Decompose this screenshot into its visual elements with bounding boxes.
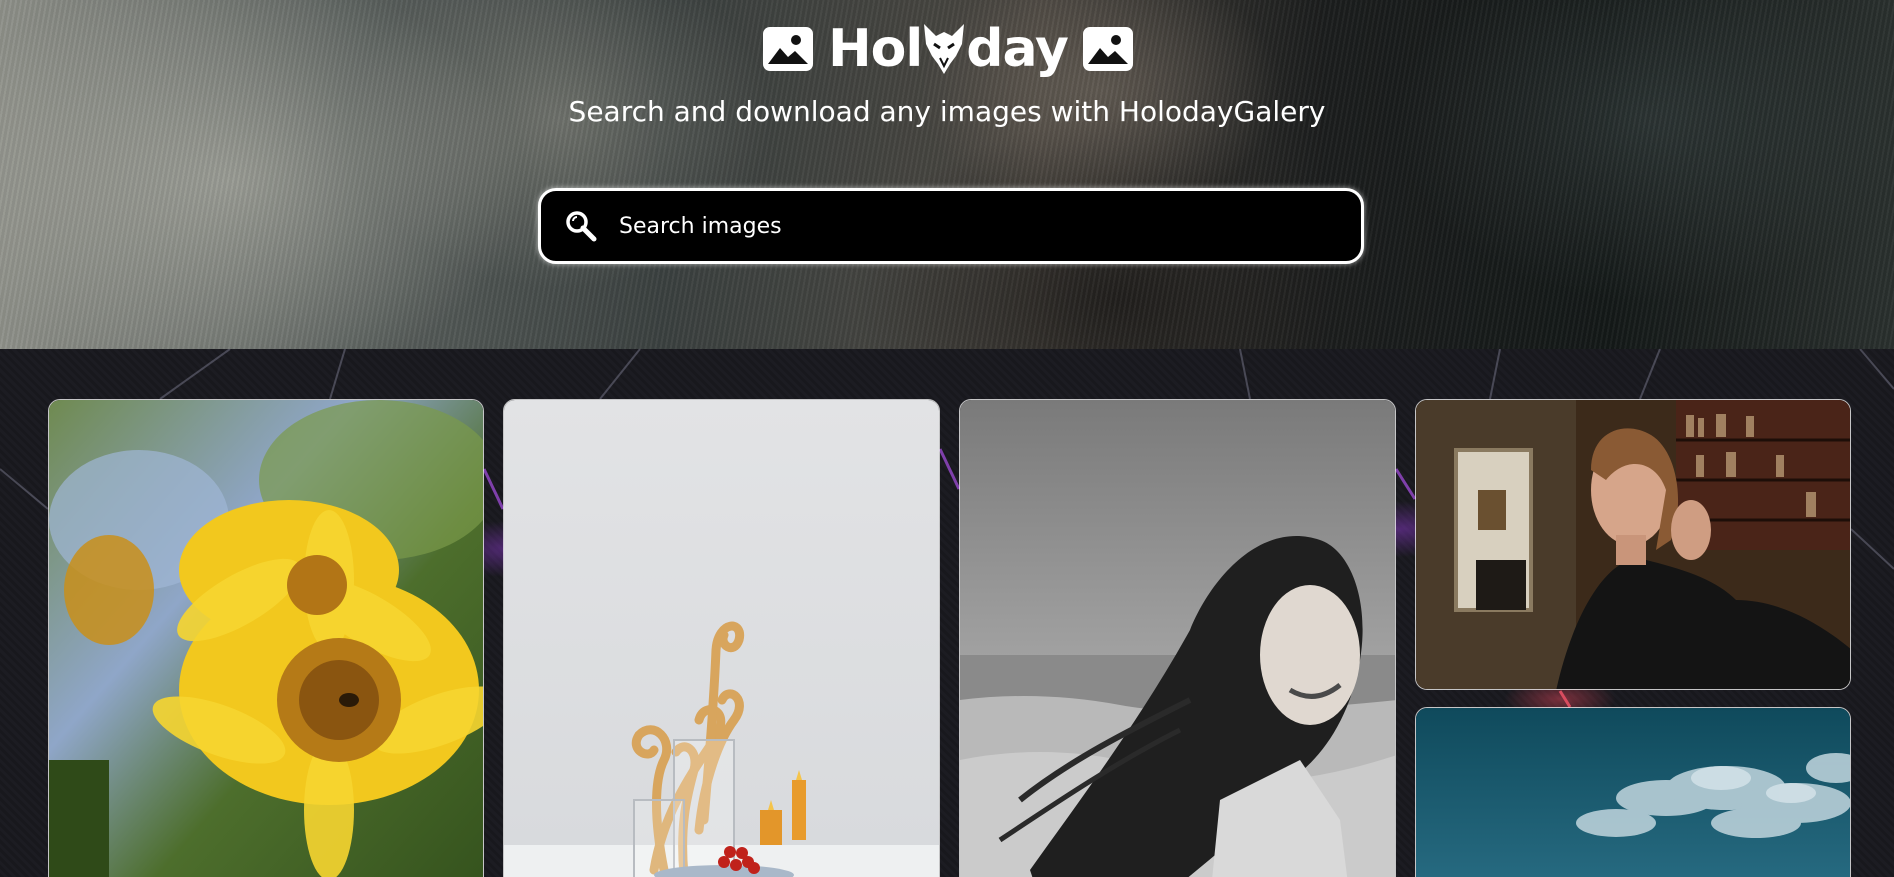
- sunflower-photo: [49, 400, 483, 877]
- gallery-image[interactable]: [1415, 707, 1851, 877]
- gallery-image[interactable]: [48, 399, 484, 877]
- brand-header: Hol day: [760, 16, 1136, 82]
- hero-banner: Hol day Search and download any images w…: [0, 0, 1894, 349]
- search-input[interactable]: [619, 206, 1361, 246]
- title-right: day: [966, 19, 1069, 79]
- woman-portrait-photo: [1416, 400, 1850, 689]
- tagline: Search and download any images with Holo…: [568, 95, 1326, 128]
- page-title: Hol day: [828, 16, 1069, 82]
- still-life-photo: [504, 400, 939, 877]
- image-icon: [1082, 27, 1133, 71]
- image-icon: [763, 27, 814, 71]
- search-icon[interactable]: [565, 210, 597, 242]
- woman-beach-bw-photo: [960, 400, 1395, 877]
- search-bar[interactable]: [538, 188, 1364, 264]
- wolf-head-logo: [924, 24, 965, 74]
- gallery-image[interactable]: [1415, 399, 1851, 690]
- gallery-image[interactable]: [503, 399, 940, 877]
- title-left: Hol: [828, 19, 923, 79]
- gallery-image[interactable]: [959, 399, 1396, 877]
- sky-clouds-photo: [1416, 708, 1850, 877]
- image-gallery: [0, 349, 1894, 877]
